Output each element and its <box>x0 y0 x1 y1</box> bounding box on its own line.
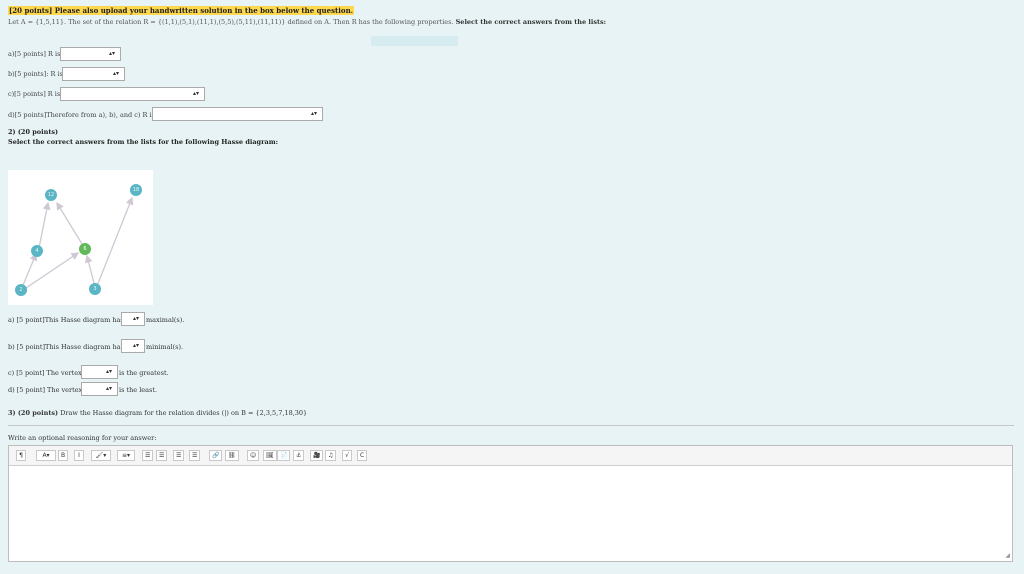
paragraph-button[interactable]: ¶ <box>16 450 26 461</box>
part2-a-prefix: a) [5 point]This Hasse diagram has <box>8 316 124 324</box>
italic-button[interactable]: I <box>74 450 84 461</box>
part3-line: 3) (20 points) Draw the Hasse diagram fo… <box>8 409 307 417</box>
unlink-icon[interactable]: ⛓ <box>225 450 239 461</box>
select-arrow-icon: ▴▾ <box>132 342 139 349</box>
list-style-button[interactable]: ≡▾ <box>117 450 135 461</box>
resize-handle-icon[interactable]: ◢ <box>1005 552 1010 559</box>
select-arrow-icon: ▴▾ <box>132 315 139 322</box>
node-12: 12 <box>45 189 57 201</box>
part1-d-select[interactable]: ▴▾ <box>152 107 323 121</box>
divider <box>8 425 1014 426</box>
part2-b-select[interactable]: ▴▾ <box>121 339 145 353</box>
part2-d-select[interactable]: ▴▾ <box>81 382 118 396</box>
node-4: 4 <box>31 245 43 257</box>
image-icon[interactable]: 🖼 <box>263 450 277 461</box>
outdent-button[interactable]: ☰ <box>173 450 185 461</box>
node-6: 6 <box>79 243 91 255</box>
part2-c-prefix: c) [5 point] The vertex <box>8 369 82 377</box>
question-instruction: Select the correct answers from the list… <box>455 18 607 26</box>
editor-toolbar: ¶ A▾ B I 🖌▾ ≡▾ ☰ ☰ ☰ ☰ 🔗 ⛓ ☺ 🖼 📄 ⚓ 🎥 ♫ √… <box>9 446 1012 466</box>
editor-prompt: Write an optional reasoning for your ans… <box>8 434 157 442</box>
part3-title: 3) (20 points) <box>8 409 59 417</box>
part1-b-select[interactable]: ▴▾ <box>62 67 125 81</box>
node-18: 18 <box>130 184 142 196</box>
media-icon[interactable]: 🎥 <box>310 450 324 461</box>
emoji-icon[interactable]: ☺ <box>247 450 260 461</box>
part1-a-label: a)[5 points] R is <box>8 50 61 58</box>
question-text: Let A = {1,5,11}. The set of the relatio… <box>8 18 606 26</box>
part2-c-select[interactable]: ▴▾ <box>81 365 118 379</box>
part2-title: 2) (20 points) <box>8 128 59 136</box>
node-2: 2 <box>15 284 27 296</box>
chemistry-icon[interactable]: C <box>357 450 368 461</box>
select-arrow-icon: ▴▾ <box>105 368 112 375</box>
node-3: 3 <box>89 283 101 295</box>
part2-d-suffix: is the least. <box>119 386 158 394</box>
faint-tab <box>371 36 458 46</box>
anchor-icon[interactable]: ⚓ <box>293 450 305 461</box>
bold-button[interactable]: B <box>58 450 69 461</box>
edge-6-12 <box>56 201 83 245</box>
part2-d-prefix: d) [5 point] The vertex <box>8 386 83 394</box>
part2-subtitle: Select the correct answers from the list… <box>8 138 279 146</box>
part1-b-label: b)[5 points]: R is <box>8 70 63 78</box>
edge-4-12 <box>38 201 51 249</box>
points-highlight: [20 points] Please also upload your hand… <box>8 6 355 15</box>
part2-c-suffix: is the greatest. <box>119 369 169 377</box>
select-arrow-icon: ▴▾ <box>192 90 199 97</box>
question-prefix: Let A = {1,5,11}. The set of the relatio… <box>8 18 454 26</box>
rich-text-editor[interactable]: ¶ A▾ B I 🖌▾ ≡▾ ☰ ☰ ☰ ☰ 🔗 ⛓ ☺ 🖼 📄 ⚓ 🎥 ♫ √… <box>8 445 1013 562</box>
part1-c-select[interactable]: ▴▾ <box>60 87 205 101</box>
font-color-button[interactable]: A▾ <box>36 450 56 461</box>
part3-text: Draw the Hasse diagram for the relation … <box>60 409 308 417</box>
part1-d-label: d)[5 points]Therefore from a), b), and c… <box>8 111 155 119</box>
equation-icon[interactable]: √ <box>342 450 352 461</box>
unordered-list-button[interactable]: ☰ <box>142 450 154 461</box>
question-header: [20 points] Please also upload your hand… <box>8 6 355 15</box>
audio-icon[interactable]: ♫ <box>325 450 337 461</box>
indent-button[interactable]: ☰ <box>189 450 201 461</box>
link-icon[interactable]: 🔗 <box>209 450 223 461</box>
part2-a-suffix: maximal(s). <box>146 316 185 324</box>
part1-c-label: c)[5 points] R is <box>8 90 61 98</box>
editor-content-area[interactable] <box>9 466 1012 561</box>
part2-a-select[interactable]: ▴▾ <box>121 312 145 326</box>
part2-b-suffix: minimal(s). <box>146 343 184 351</box>
file-icon[interactable]: 📄 <box>277 450 291 461</box>
hasse-diagram: 18 12 4 6 2 3 <box>8 170 153 305</box>
edge-3-18 <box>96 196 134 287</box>
highlight-button[interactable]: 🖌▾ <box>91 450 111 461</box>
part1-a-select[interactable]: ▴▾ <box>60 47 121 61</box>
select-arrow-icon: ▴▾ <box>310 110 317 117</box>
select-arrow-icon: ▴▾ <box>112 70 119 77</box>
part2-b-prefix: b) [5 point]This Hasse diagram has <box>8 343 125 351</box>
ordered-list-button[interactable]: ☰ <box>156 450 168 461</box>
select-arrow-icon: ▴▾ <box>108 50 115 57</box>
select-arrow-icon: ▴▾ <box>105 385 112 392</box>
edge-2-6 <box>22 252 80 291</box>
